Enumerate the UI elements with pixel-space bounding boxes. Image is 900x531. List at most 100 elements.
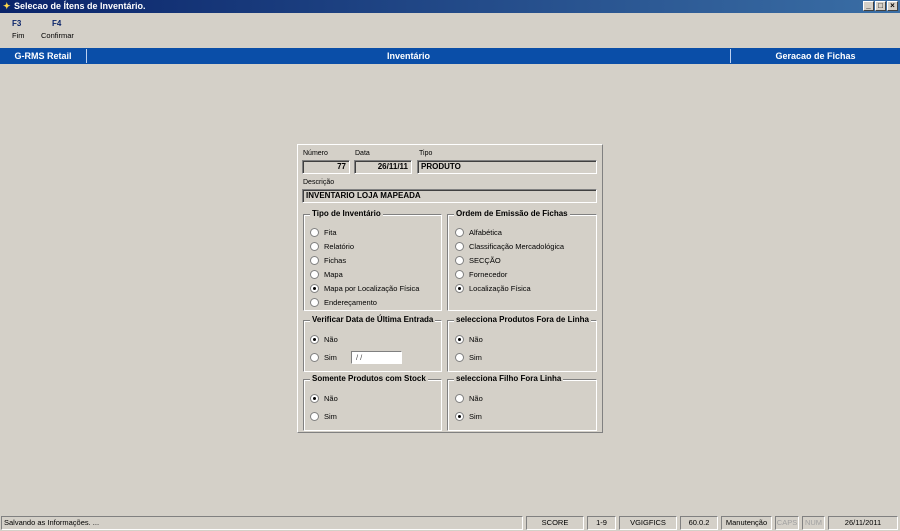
radio-label: Relatório	[324, 242, 355, 251]
radio-fora-linha-sim[interactable]: Sim	[455, 353, 482, 362]
radio-label: SECÇÃO	[469, 256, 501, 265]
confirmar-label: Confirmar	[41, 31, 74, 40]
close-icon[interactable]: ×	[887, 1, 898, 11]
numero-field[interactable]: 77	[302, 160, 350, 174]
ultima-entrada-date-input[interactable]: / /	[351, 351, 402, 364]
radio-label: Não	[469, 335, 483, 344]
radio-stock-sim[interactable]: Sim	[310, 412, 337, 421]
descricao-label: Descrição	[303, 179, 335, 186]
status-mode: Manutenção	[721, 516, 772, 530]
radio-button	[310, 256, 319, 265]
somente-stock-group: Somente Produtos com Stock Não Sim	[303, 374, 442, 431]
radio-verificar-sim[interactable]: Sim	[310, 353, 337, 362]
radio-button	[455, 270, 464, 279]
data-field[interactable]: 26/11/11	[354, 160, 412, 174]
radio-button	[310, 412, 319, 421]
verificar-data-title: Verificar Data de Última Entrada	[310, 315, 436, 324]
header-app-name: G-RMS Retail	[14, 51, 72, 61]
radio-alfabetica[interactable]: Alfabética	[455, 228, 502, 237]
filho-fora-linha-group: selecciona Filho Fora Linha Não Sim	[447, 374, 597, 431]
radio-button	[455, 353, 464, 362]
radio-filho-nao[interactable]: Não	[455, 394, 483, 403]
radio-button	[455, 228, 464, 237]
radio-button-selected	[310, 394, 319, 403]
window-titlebar: ✦ Selecao de Ítens de Inventário. _ □ ×	[0, 0, 900, 13]
radio-button-selected	[455, 284, 464, 293]
tipo-inventario-group: Tipo de Inventário Fita Relatório Fichas…	[303, 209, 442, 311]
radio-button	[310, 228, 319, 237]
radio-button	[455, 394, 464, 403]
selection-panel: Número 77 Data 26/11/11 Tipo PRODUTO Des…	[297, 144, 603, 433]
radio-button	[310, 270, 319, 279]
verificar-data-group: Verificar Data de Última Entrada Não Sim…	[303, 315, 442, 372]
produtos-fora-linha-title: selecciona Produtos Fora de Linha	[454, 315, 591, 324]
radio-button-selected	[310, 284, 319, 293]
toolbar: F3 Fim F4 Confirmar	[0, 13, 900, 47]
fim-key: F3	[12, 19, 22, 28]
radio-classificacao[interactable]: Classificação Mercadológica	[455, 242, 564, 251]
radio-mapa[interactable]: Mapa	[310, 270, 343, 279]
somente-stock-title: Somente Produtos com Stock	[310, 374, 428, 383]
status-score: SCORE	[526, 516, 584, 530]
fim-button[interactable]: F3 Fim	[12, 19, 25, 40]
radio-fora-linha-nao[interactable]: Não	[455, 335, 483, 344]
app-icon: ✦	[3, 1, 11, 11]
radio-label: Sim	[469, 353, 482, 362]
radio-mapa-localizacao[interactable]: Mapa por Localização Física	[310, 284, 419, 293]
radio-button	[455, 256, 464, 265]
radio-label: Não	[469, 394, 483, 403]
status-message: Salvando as Informações. ...	[1, 516, 523, 530]
radio-label: Endereçamento	[324, 298, 377, 307]
radio-button	[310, 242, 319, 251]
radio-relatorio[interactable]: Relatório	[310, 242, 354, 251]
status-program: VGIGFICS	[619, 516, 677, 530]
radio-label: Sim	[469, 412, 482, 421]
confirmar-button[interactable]: F4 Confirmar	[41, 19, 74, 40]
status-num: NUM	[802, 516, 825, 530]
tipo-field[interactable]: PRODUTO	[417, 160, 597, 174]
radio-label: Fornecedor	[469, 270, 508, 279]
radio-stock-nao[interactable]: Não	[310, 394, 338, 403]
minimize-icon[interactable]: _	[863, 1, 874, 11]
status-caps: CAPS	[775, 516, 799, 530]
radio-label: Não	[324, 335, 338, 344]
radio-label: Sim	[324, 353, 337, 362]
radio-button	[310, 298, 319, 307]
radio-label: Não	[324, 394, 338, 403]
status-version: 60.0.2	[680, 516, 718, 530]
numero-label: Número	[303, 150, 328, 157]
radio-fornecedor[interactable]: Fornecedor	[455, 270, 507, 279]
confirmar-key: F4	[52, 19, 62, 28]
status-bar: Salvando as Informações. ... SCORE 1-9 V…	[0, 514, 900, 531]
radio-label: Localização Física	[469, 284, 531, 293]
radio-verificar-nao[interactable]: Não	[310, 335, 338, 344]
status-range: 1-9	[587, 516, 616, 530]
produtos-fora-linha-group: selecciona Produtos Fora de Linha Não Si…	[447, 315, 597, 372]
tipo-label: Tipo	[419, 150, 433, 157]
radio-fichas[interactable]: Fichas	[310, 256, 346, 265]
module-header: G-RMS Retail Inventário Geracao de Ficha…	[0, 48, 900, 64]
descricao-field[interactable]: INVENTARIO LOJA MAPEADA	[302, 189, 597, 203]
radio-button	[310, 353, 319, 362]
radio-fita[interactable]: Fita	[310, 228, 337, 237]
radio-enderecamento[interactable]: Endereçamento	[310, 298, 377, 307]
status-date: 26/11/2011	[828, 516, 898, 530]
radio-button-selected	[455, 335, 464, 344]
tipo-inventario-title: Tipo de Inventário	[310, 209, 383, 218]
radio-filho-sim[interactable]: Sim	[455, 412, 482, 421]
radio-label: Fichas	[324, 256, 347, 265]
radio-seccao[interactable]: SECÇÃO	[455, 256, 501, 265]
ordem-emissao-title: Ordem de Emissão de Fichas	[454, 209, 570, 218]
filho-fora-linha-title: selecciona Filho Fora Linha	[454, 374, 564, 383]
radio-label: Mapa	[324, 270, 343, 279]
radio-button	[455, 242, 464, 251]
radio-button-selected	[310, 335, 319, 344]
radio-button-selected	[455, 412, 464, 421]
maximize-icon[interactable]: □	[875, 1, 886, 11]
radio-label: Mapa por Localização Física	[324, 284, 420, 293]
ordem-emissao-group: Ordem de Emissão de Fichas Alfabética Cl…	[447, 209, 597, 311]
radio-localizacao-fisica[interactable]: Localização Física	[455, 284, 531, 293]
radio-label: Alfabética	[469, 228, 502, 237]
data-label: Data	[355, 150, 370, 157]
header-module: Inventário	[386, 51, 430, 61]
